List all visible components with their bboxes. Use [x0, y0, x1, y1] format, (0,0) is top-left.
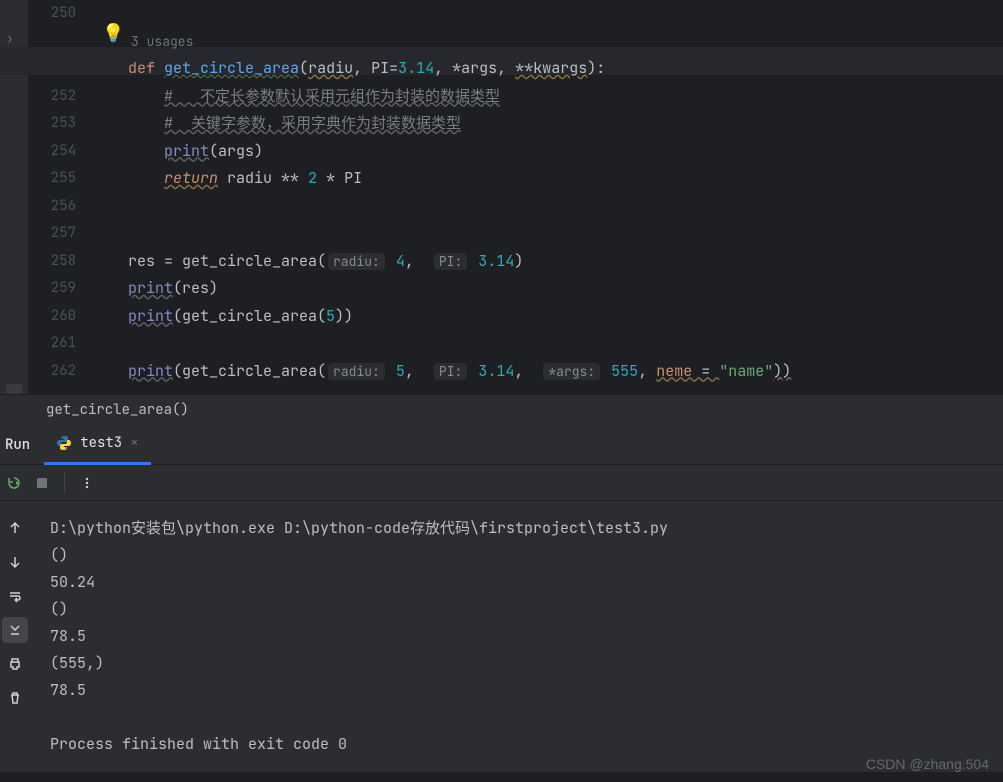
comment: # 不定长参数默认采用元组作为封装的数据类型	[164, 86, 500, 106]
line-num: 253	[28, 110, 76, 138]
line-num: 254	[28, 138, 76, 166]
usages-hint[interactable]: 3 usages	[131, 33, 193, 50]
rerun-button[interactable]	[2, 471, 26, 495]
console-output[interactable]: D:\python安装包\python.exe D:\python-code存放…	[30, 501, 1003, 772]
up-arrow-icon[interactable]	[2, 515, 28, 541]
print-icon[interactable]	[2, 651, 28, 677]
soft-wrap-icon[interactable]	[2, 583, 28, 609]
separator	[64, 473, 65, 493]
comment: # 关键字参数，采用字典作为封装数据类型	[164, 113, 461, 133]
param: radiu	[308, 58, 353, 78]
more-icon[interactable]	[75, 471, 99, 495]
line-num: 257	[28, 220, 76, 248]
python-icon	[56, 435, 72, 451]
line-num: 252	[28, 83, 76, 111]
line-num: 255	[28, 165, 76, 193]
stop-button[interactable]	[30, 471, 54, 495]
trash-icon[interactable]	[2, 685, 28, 711]
keyword-def: def	[128, 58, 155, 78]
run-panel-title: Run	[0, 436, 44, 454]
line-num: 261	[28, 330, 76, 358]
line-num: 258	[28, 248, 76, 276]
inlay-hint: PI:	[434, 253, 467, 270]
chevron-right-icon[interactable]: ›	[6, 30, 14, 47]
line-num: 250	[28, 0, 76, 28]
close-icon[interactable]: ×	[130, 434, 138, 452]
inlay-hint: PI:	[434, 363, 467, 380]
scroll-to-end-icon[interactable]	[2, 617, 28, 643]
line-num: 259	[28, 275, 76, 303]
builtin-print: print	[164, 141, 209, 161]
inlay-hint: *args:	[543, 363, 600, 380]
line-num: 256	[28, 193, 76, 221]
lightbulb-icon[interactable]: 💡	[102, 22, 124, 45]
inlay-hint: radiu:	[328, 253, 385, 270]
tab-label: test3	[80, 434, 122, 452]
inlay-hint: radiu:	[328, 363, 385, 380]
console-side-toolbar	[0, 501, 30, 772]
code-editor[interactable]: 3 usages def get_circle_area(radiu, PI=3…	[128, 0, 1003, 394]
line-num: 260	[28, 303, 76, 331]
fold-indicator[interactable]	[6, 384, 22, 394]
keyword-return: return	[164, 168, 218, 188]
watermark: CSDN @zhang.504	[866, 756, 989, 772]
breadcrumb[interactable]: get_circle_area()	[0, 394, 1003, 425]
down-arrow-icon[interactable]	[2, 549, 28, 575]
line-num: 262	[28, 358, 76, 386]
run-tool-window: Run test3 × D:\python安装包\python	[0, 425, 1003, 772]
function-name: get_circle_area	[164, 58, 299, 78]
run-tab[interactable]: test3 ×	[44, 425, 150, 465]
